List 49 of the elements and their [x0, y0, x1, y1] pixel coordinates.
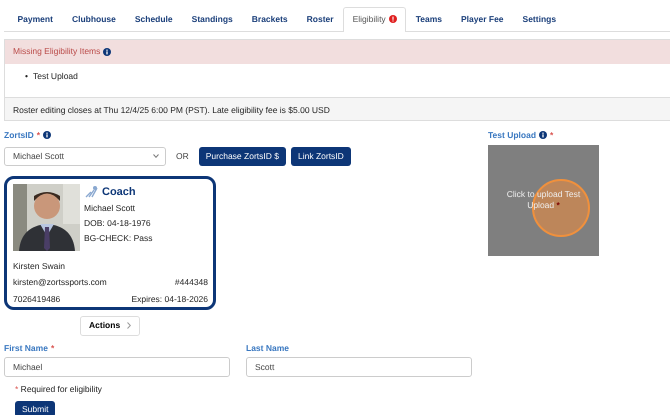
info-icon[interactable] [539, 131, 548, 140]
or-text: OR [176, 150, 189, 162]
tab[interactable]: Player Fee [452, 7, 514, 32]
text-field[interactable]: Scott [246, 357, 472, 378]
alert-icon [388, 15, 397, 24]
card-role: Coach [102, 184, 136, 200]
submit-button[interactable]: Submit [15, 401, 56, 415]
caret-icon [153, 154, 159, 158]
tab[interactable]: Clubhouse [62, 7, 126, 32]
whistle-icon [84, 184, 98, 199]
tab[interactable]: Eligibility [343, 7, 406, 32]
expiry-date: Expires: 04-18-2026 [131, 293, 208, 306]
required-mark: * [50, 342, 54, 354]
required-mark: * [550, 128, 554, 142]
purchase-button[interactable]: Purchase ZortsID $ [198, 146, 286, 166]
tab[interactable]: Teams [406, 7, 452, 32]
info-icon[interactable] [43, 131, 52, 140]
upload-prompt: Click to upload Test Upload * [506, 188, 582, 212]
field-label: ZortsID [4, 128, 34, 142]
tab[interactable]: Brackets [242, 7, 298, 32]
tab[interactable]: Settings [513, 7, 566, 32]
tab[interactable]: Payment [8, 7, 62, 32]
contact-email: kirsten@zortssports.com [13, 276, 107, 289]
contact-name: Kirsten Swain [13, 260, 66, 272]
tab[interactable]: Standings [182, 7, 242, 32]
bullet: • [25, 70, 28, 82]
deadline-note: Roster editing closes at Thu 12/4/25 6:00 PM (PST). Late eligibility fee is $5.00 USD [13, 104, 330, 115]
contact-phone: 7026419486 [13, 293, 60, 306]
list-item: Test Upload [32, 70, 78, 82]
text-field[interactable]: Michael [4, 357, 230, 378]
field-label: First Name [4, 342, 48, 354]
field-label: Test Upload [488, 128, 536, 142]
card-text: DOB: 04-18-1976 [84, 216, 152, 230]
card-text: Michael Scott [84, 202, 136, 215]
member-number: #444348 [174, 276, 208, 289]
required-mark: * [36, 128, 40, 142]
select-field[interactable]: Michael Scott [4, 146, 166, 166]
tab[interactable]: Schedule [125, 7, 182, 32]
field-label: Last Name [246, 342, 289, 354]
card-text: BG-CHECK: Pass [84, 232, 152, 244]
required-mark: * [15, 384, 18, 394]
link-button[interactable]: Link ZortsID [290, 146, 351, 166]
panel-title: Missing Eligibility Items [13, 45, 100, 58]
upload-area[interactable]: Click to upload Test Upload * [488, 144, 599, 256]
actions-button[interactable]: Actions [80, 316, 140, 336]
required-note: Required for eligibility [20, 384, 102, 394]
chevron-icon [127, 322, 131, 329]
info-icon[interactable] [103, 48, 112, 56]
tab[interactable]: Roster [297, 7, 344, 32]
